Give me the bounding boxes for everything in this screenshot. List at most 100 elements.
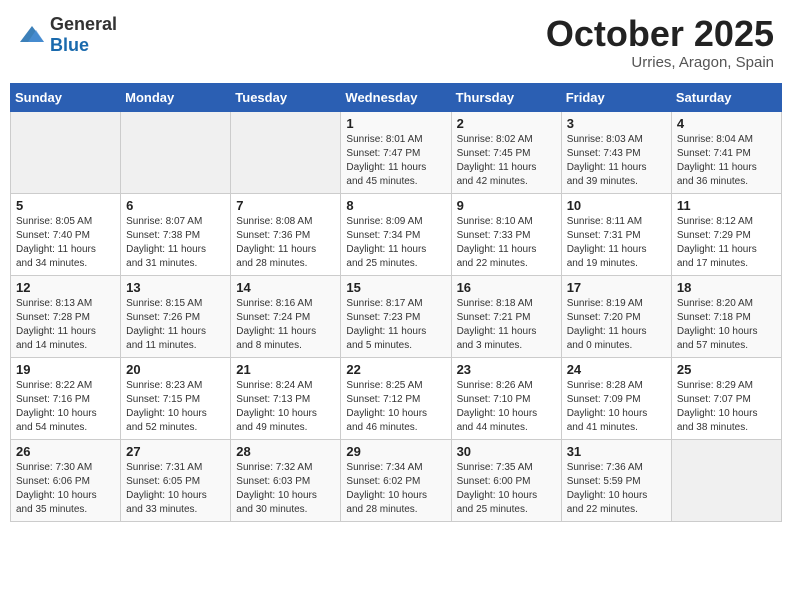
calendar-cell: 8 Sunrise: 8:09 AM Sunset: 7:34 PM Daylig… (341, 193, 451, 275)
location-subtitle: Urries, Aragon, Spain (546, 54, 774, 71)
calendar-week-row: 19 Sunrise: 8:22 AM Sunset: 7:16 PM Dayli… (11, 357, 782, 439)
day-number: 25 (677, 362, 776, 377)
day-info: Sunrise: 8:28 AM Sunset: 7:09 PM Dayligh… (567, 379, 666, 435)
column-header-friday: Friday (561, 83, 671, 111)
day-number: 1 (346, 116, 445, 131)
column-header-saturday: Saturday (671, 83, 781, 111)
day-number: 17 (567, 280, 666, 295)
calendar-cell: 14Sunrise: 8:16 AM Sunset: 7:24 PM Dayli… (231, 275, 341, 357)
day-number: 22 (346, 362, 445, 377)
calendar-cell: 1 Sunrise: 8:01 AM Sunset: 7:47 PM Daylig… (341, 111, 451, 193)
column-header-monday: Monday (121, 83, 231, 111)
calendar-cell: 29 Sunrise: 7:34 AM Sunset: 6:02 PM Dayli… (341, 439, 451, 521)
day-info: Sunrise: 7:34 AM Sunset: 6:02 PM Dayligh… (346, 461, 445, 517)
day-info: Sunrise: 8:07 AM Sunset: 7:38 PM Dayligh… (126, 215, 225, 271)
logo: General Blue (18, 14, 117, 56)
day-number: 28 (236, 444, 335, 459)
calendar-cell: 24 Sunrise: 8:28 AM Sunset: 7:09 PM Dayli… (561, 357, 671, 439)
logo-text-general: General (50, 14, 117, 34)
calendar-cell: 25 Sunrise: 8:29 AM Sunset: 7:07 PM Dayli… (671, 357, 781, 439)
day-number: 12 (16, 280, 115, 295)
day-number: 5 (16, 198, 115, 213)
day-info: Sunrise: 8:13 AM Sunset: 7:28 PM Dayligh… (16, 297, 115, 353)
calendar-cell: 22 Sunrise: 8:25 AM Sunset: 7:12 PM Dayli… (341, 357, 451, 439)
calendar-cell: 5Sunrise: 8:05 AM Sunset: 7:40 PM Daylig… (11, 193, 121, 275)
day-number: 26 (16, 444, 115, 459)
day-info: Sunrise: 8:08 AM Sunset: 7:36 PM Dayligh… (236, 215, 335, 271)
day-number: 20 (126, 362, 225, 377)
calendar-cell: 11Sunrise: 8:12 AM Sunset: 7:29 PM Dayli… (671, 193, 781, 275)
day-number: 7 (236, 198, 335, 213)
day-number: 27 (126, 444, 225, 459)
logo-text-blue: Blue (50, 35, 89, 55)
calendar-cell: 12 Sunrise: 8:13 AM Sunset: 7:28 PM Dayli… (11, 275, 121, 357)
calendar-cell: 27 Sunrise: 7:31 AM Sunset: 6:05 PM Dayli… (121, 439, 231, 521)
day-info: Sunrise: 8:16 AM Sunset: 7:24 PM Dayligh… (236, 297, 335, 353)
day-number: 3 (567, 116, 666, 131)
day-number: 31 (567, 444, 666, 459)
calendar-cell: 10 Sunrise: 8:11 AM Sunset: 7:31 PM Dayli… (561, 193, 671, 275)
day-number: 24 (567, 362, 666, 377)
calendar-cell: 30Sunrise: 7:35 AM Sunset: 6:00 PM Dayli… (451, 439, 561, 521)
column-header-sunday: Sunday (11, 83, 121, 111)
calendar-cell: 16Sunrise: 8:18 AM Sunset: 7:21 PM Dayli… (451, 275, 561, 357)
day-number: 4 (677, 116, 776, 131)
day-info: Sunrise: 7:31 AM Sunset: 6:05 PM Dayligh… (126, 461, 225, 517)
calendar-table: SundayMondayTuesdayWednesdayThursdayFrid… (10, 83, 782, 522)
calendar-week-row: 26 Sunrise: 7:30 AM Sunset: 6:06 PM Dayli… (11, 439, 782, 521)
day-info: Sunrise: 8:25 AM Sunset: 7:12 PM Dayligh… (346, 379, 445, 435)
calendar-cell: 7 Sunrise: 8:08 AM Sunset: 7:36 PM Daylig… (231, 193, 341, 275)
day-number: 10 (567, 198, 666, 213)
calendar-cell: 15Sunrise: 8:17 AM Sunset: 7:23 PM Dayli… (341, 275, 451, 357)
calendar-header-row: SundayMondayTuesdayWednesdayThursdayFrid… (11, 83, 782, 111)
calendar-week-row: 5Sunrise: 8:05 AM Sunset: 7:40 PM Daylig… (11, 193, 782, 275)
day-info: Sunrise: 8:17 AM Sunset: 7:23 PM Dayligh… (346, 297, 445, 353)
day-number: 2 (457, 116, 556, 131)
day-info: Sunrise: 8:04 AM Sunset: 7:41 PM Dayligh… (677, 133, 776, 189)
calendar-cell: 21 Sunrise: 8:24 AM Sunset: 7:13 PM Dayli… (231, 357, 341, 439)
column-header-thursday: Thursday (451, 83, 561, 111)
day-info: Sunrise: 8:18 AM Sunset: 7:21 PM Dayligh… (457, 297, 556, 353)
day-info: Sunrise: 8:23 AM Sunset: 7:15 PM Dayligh… (126, 379, 225, 435)
calendar-cell (121, 111, 231, 193)
day-number: 29 (346, 444, 445, 459)
day-info: Sunrise: 8:24 AM Sunset: 7:13 PM Dayligh… (236, 379, 335, 435)
calendar-cell: 19 Sunrise: 8:22 AM Sunset: 7:16 PM Dayli… (11, 357, 121, 439)
day-info: Sunrise: 7:32 AM Sunset: 6:03 PM Dayligh… (236, 461, 335, 517)
day-info: Sunrise: 8:22 AM Sunset: 7:16 PM Dayligh… (16, 379, 115, 435)
calendar-cell: 23Sunrise: 8:26 AM Sunset: 7:10 PM Dayli… (451, 357, 561, 439)
day-info: Sunrise: 8:11 AM Sunset: 7:31 PM Dayligh… (567, 215, 666, 271)
calendar-cell: 2Sunrise: 8:02 AM Sunset: 7:45 PM Daylig… (451, 111, 561, 193)
calendar-week-row: 1 Sunrise: 8:01 AM Sunset: 7:47 PM Daylig… (11, 111, 782, 193)
day-info: Sunrise: 8:12 AM Sunset: 7:29 PM Dayligh… (677, 215, 776, 271)
calendar-cell: 28 Sunrise: 7:32 AM Sunset: 6:03 PM Dayli… (231, 439, 341, 521)
day-number: 9 (457, 198, 556, 213)
day-number: 18 (677, 280, 776, 295)
column-header-tuesday: Tuesday (231, 83, 341, 111)
page-header: General Blue October 2025 Urries, Aragon… (10, 10, 782, 75)
calendar-cell: 4 Sunrise: 8:04 AM Sunset: 7:41 PM Daylig… (671, 111, 781, 193)
day-number: 13 (126, 280, 225, 295)
day-info: Sunrise: 8:19 AM Sunset: 7:20 PM Dayligh… (567, 297, 666, 353)
day-number: 30 (457, 444, 556, 459)
day-info: Sunrise: 7:30 AM Sunset: 6:06 PM Dayligh… (16, 461, 115, 517)
calendar-cell (11, 111, 121, 193)
day-info: Sunrise: 8:20 AM Sunset: 7:18 PM Dayligh… (677, 297, 776, 353)
day-info: Sunrise: 8:15 AM Sunset: 7:26 PM Dayligh… (126, 297, 225, 353)
calendar-cell: 6 Sunrise: 8:07 AM Sunset: 7:38 PM Daylig… (121, 193, 231, 275)
day-info: Sunrise: 8:09 AM Sunset: 7:34 PM Dayligh… (346, 215, 445, 271)
day-number: 8 (346, 198, 445, 213)
calendar-cell: 13 Sunrise: 8:15 AM Sunset: 7:26 PM Dayli… (121, 275, 231, 357)
day-number: 6 (126, 198, 225, 213)
month-title: October 2025 (546, 14, 774, 54)
day-info: Sunrise: 8:29 AM Sunset: 7:07 PM Dayligh… (677, 379, 776, 435)
calendar-week-row: 12 Sunrise: 8:13 AM Sunset: 7:28 PM Dayli… (11, 275, 782, 357)
calendar-cell (671, 439, 781, 521)
title-block: October 2025 Urries, Aragon, Spain (546, 14, 774, 71)
calendar-cell: 18 Sunrise: 8:20 AM Sunset: 7:18 PM Dayli… (671, 275, 781, 357)
calendar-cell: 26 Sunrise: 7:30 AM Sunset: 6:06 PM Dayli… (11, 439, 121, 521)
day-info: Sunrise: 8:10 AM Sunset: 7:33 PM Dayligh… (457, 215, 556, 271)
day-info: Sunrise: 8:01 AM Sunset: 7:47 PM Dayligh… (346, 133, 445, 189)
day-number: 19 (16, 362, 115, 377)
day-number: 21 (236, 362, 335, 377)
